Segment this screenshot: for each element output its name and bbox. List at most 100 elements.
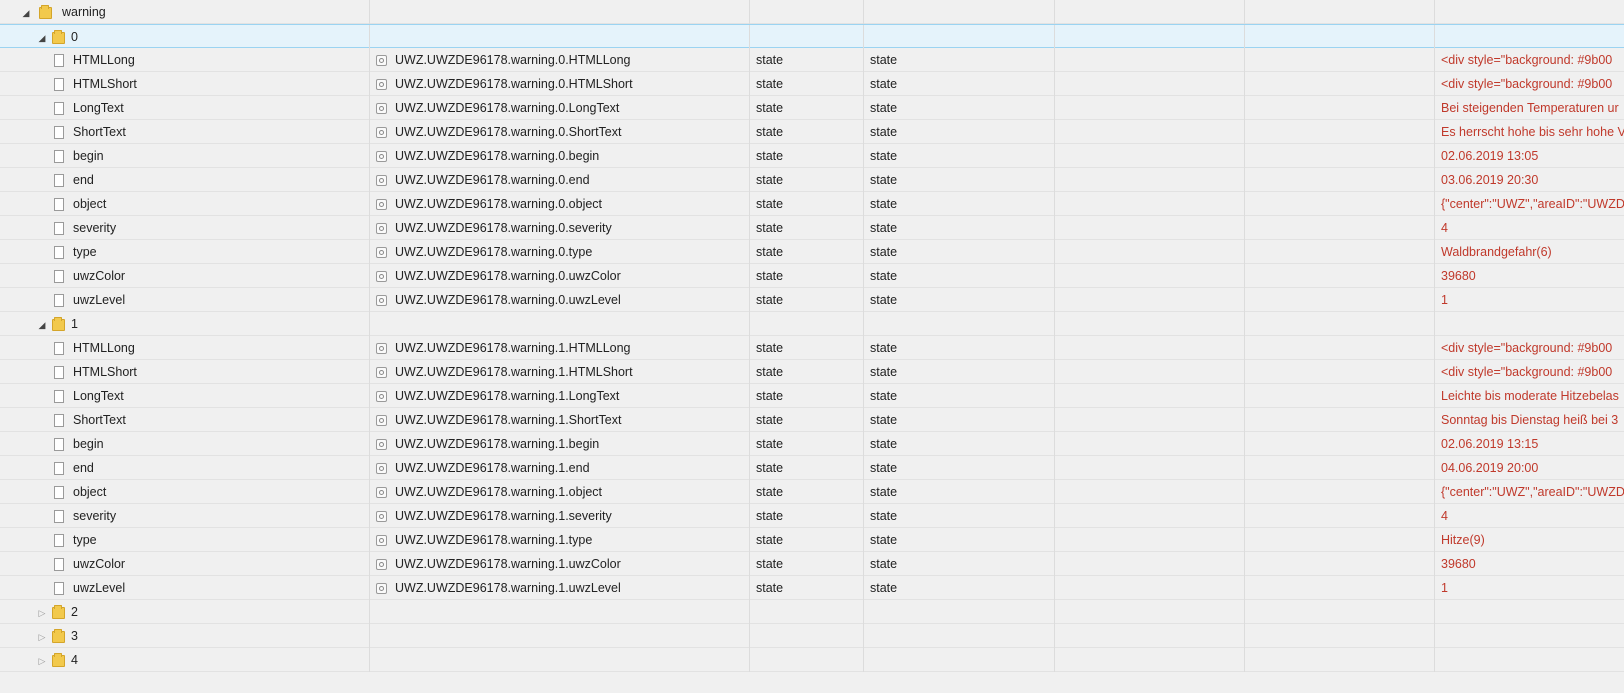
- state-value: Bei steigenden Temperaturen ur: [1441, 101, 1619, 115]
- empty-cell: [1055, 96, 1245, 120]
- value-cell[interactable]: 04.06.2019 20:00: [1435, 456, 1624, 480]
- value-cell[interactable]: <div style="background: #9b00: [1435, 48, 1624, 72]
- value-cell[interactable]: 39680: [1435, 552, 1624, 576]
- triangle-down-icon[interactable]: ◢: [20, 1, 32, 24]
- tree-row-state[interactable]: object UWZ.UWZDE96178.warning.1.object sta…: [0, 480, 1624, 504]
- empty-cell: [1055, 336, 1245, 360]
- file-icon: [54, 462, 64, 476]
- tree-row-state[interactable]: end UWZ.UWZDE96178.warning.1.end state stat…: [0, 456, 1624, 480]
- value-cell[interactable]: 02.06.2019 13:15: [1435, 432, 1624, 456]
- value-cell[interactable]: 03.06.2019 20:30: [1435, 168, 1624, 192]
- value-cell[interactable]: Hitze(9): [1435, 528, 1624, 552]
- empty-cell: [1245, 216, 1435, 240]
- tree-row-state[interactable]: ShortText UWZ.UWZDE96178.warning.1.ShortT…: [0, 408, 1624, 432]
- state-type: state: [756, 341, 784, 355]
- triangle-down-icon[interactable]: ◢: [36, 26, 48, 49]
- tree-row-folder[interactable]: ▷ 3: [0, 624, 1624, 648]
- triangle-down-icon[interactable]: ◢: [36, 313, 48, 336]
- value-cell[interactable]: {"center":"UWZ","areaID":"UWZD: [1435, 192, 1624, 216]
- state-value: Es herrscht hohe bis sehr hohe V: [1441, 125, 1624, 139]
- tree-row-state[interactable]: end UWZ.UWZDE96178.warning.0.end state stat…: [0, 168, 1624, 192]
- tree-row-state[interactable]: LongText UWZ.UWZDE96178.warning.1.LongTex…: [0, 384, 1624, 408]
- state-type: state: [756, 437, 784, 451]
- value-cell[interactable]: {"center":"UWZ","areaID":"UWZD: [1435, 480, 1624, 504]
- value-cell[interactable]: Bei steigenden Temperaturen ur: [1435, 96, 1624, 120]
- tree-row-state[interactable]: HTMLShort UWZ.UWZDE96178.warning.1.HTMLSh…: [0, 360, 1624, 384]
- value-cell[interactable]: 39680: [1435, 264, 1624, 288]
- state-role: state: [870, 53, 898, 67]
- state-name: HTMLShort: [73, 77, 137, 91]
- state-name: ShortText: [73, 413, 126, 427]
- tree-row-warning[interactable]: ◢ warning: [0, 0, 1624, 24]
- tree-row-state[interactable]: type UWZ.UWZDE96178.warning.0.type state st…: [0, 240, 1624, 264]
- empty-cell: [1245, 528, 1435, 552]
- tree-row-state[interactable]: begin UWZ.UWZDE96178.warning.0.begin state…: [0, 144, 1624, 168]
- state-type: state: [756, 269, 784, 283]
- name-cell: uwzColor: [0, 552, 370, 576]
- empty-cell: [1055, 72, 1245, 96]
- value-cell[interactable]: <div style="background: #9b00: [1435, 360, 1624, 384]
- empty-cell: [1055, 480, 1245, 504]
- tree-row-state[interactable]: type UWZ.UWZDE96178.warning.1.type state st…: [0, 528, 1624, 552]
- empty-cell: [1245, 480, 1435, 504]
- value-cell[interactable]: <div style="background: #9b00: [1435, 336, 1624, 360]
- tree-row-state[interactable]: uwzColor UWZ.UWZDE96178.warning.1.uwzColo…: [0, 552, 1624, 576]
- tree-row-state[interactable]: uwzLevel UWZ.UWZDE96178.warning.1.uwzLeve…: [0, 576, 1624, 600]
- name-cell: begin: [0, 432, 370, 456]
- tree-row-state[interactable]: severity UWZ.UWZDE96178.warning.0.severit…: [0, 216, 1624, 240]
- empty-cell: [1245, 432, 1435, 456]
- value-cell[interactable]: 4: [1435, 216, 1624, 240]
- state-name: end: [73, 461, 94, 475]
- type-cell: state: [750, 360, 864, 384]
- state-id: UWZ.UWZDE96178.warning.1.ShortText: [395, 413, 622, 427]
- value-cell[interactable]: Sonntag bis Dienstag heiß bei 3: [1435, 408, 1624, 432]
- empty-cell: [1435, 25, 1624, 49]
- state-value: Leichte bis moderate Hitzebelas: [1441, 389, 1619, 403]
- state-type: state: [756, 365, 784, 379]
- id-cell: UWZ.UWZDE96178.warning.0.begin: [370, 144, 750, 168]
- tree-row-state[interactable]: HTMLLong UWZ.UWZDE96178.warning.0.HTMLLon…: [0, 48, 1624, 72]
- empty-cell: [1245, 648, 1435, 672]
- role-cell: state: [864, 504, 1055, 528]
- state-role: state: [870, 413, 898, 427]
- state-role: state: [870, 485, 898, 499]
- state-id: UWZ.UWZDE96178.warning.0.end: [395, 173, 590, 187]
- tree-row-state[interactable]: LongText UWZ.UWZDE96178.warning.0.LongTex…: [0, 96, 1624, 120]
- value-cell[interactable]: <div style="background: #9b00: [1435, 72, 1624, 96]
- state-name: ShortText: [73, 125, 126, 139]
- empty-cell: [1435, 600, 1624, 624]
- state-icon: [376, 79, 387, 91]
- value-cell[interactable]: Es herrscht hohe bis sehr hohe V: [1435, 120, 1624, 144]
- tree-row-state[interactable]: uwzLevel UWZ.UWZDE96178.warning.0.uwzLeve…: [0, 288, 1624, 312]
- role-cell: state: [864, 120, 1055, 144]
- tree-row-folder[interactable]: ◢ 0: [0, 24, 1624, 49]
- triangle-right-icon[interactable]: ▷: [36, 649, 48, 672]
- tree-row-state[interactable]: uwzColor UWZ.UWZDE96178.warning.0.uwzColo…: [0, 264, 1624, 288]
- state-id: UWZ.UWZDE96178.warning.1.uwzLevel: [395, 581, 621, 595]
- tree-row-state[interactable]: ShortText UWZ.UWZDE96178.warning.0.ShortT…: [0, 120, 1624, 144]
- name-cell: uwzLevel: [0, 576, 370, 600]
- state-id: UWZ.UWZDE96178.warning.1.LongText: [395, 389, 620, 403]
- value-cell[interactable]: Leichte bis moderate Hitzebelas: [1435, 384, 1624, 408]
- value-cell[interactable]: Waldbrandgefahr(6): [1435, 240, 1624, 264]
- state-value: Sonntag bis Dienstag heiß bei 3: [1441, 413, 1619, 427]
- value-cell[interactable]: 02.06.2019 13:05: [1435, 144, 1624, 168]
- empty-cell: [1245, 288, 1435, 312]
- value-cell[interactable]: 1: [1435, 576, 1624, 600]
- state-type: state: [756, 509, 784, 523]
- empty-cell: [1055, 648, 1245, 672]
- tree-row-folder[interactable]: ▷ 2: [0, 600, 1624, 624]
- tree-row-state[interactable]: object UWZ.UWZDE96178.warning.0.object sta…: [0, 192, 1624, 216]
- tree-row-state[interactable]: HTMLShort UWZ.UWZDE96178.warning.0.HTMLSh…: [0, 72, 1624, 96]
- empty-cell: [1245, 72, 1435, 96]
- value-cell[interactable]: 4: [1435, 504, 1624, 528]
- tree-row-folder[interactable]: ▷ 4: [0, 648, 1624, 672]
- tree-row-state[interactable]: severity UWZ.UWZDE96178.warning.1.severit…: [0, 504, 1624, 528]
- role-cell: state: [864, 72, 1055, 96]
- tree-row-state[interactable]: HTMLLong UWZ.UWZDE96178.warning.1.HTMLLon…: [0, 336, 1624, 360]
- triangle-right-icon[interactable]: ▷: [36, 601, 48, 624]
- value-cell[interactable]: 1: [1435, 288, 1624, 312]
- triangle-right-icon[interactable]: ▷: [36, 625, 48, 648]
- tree-row-state[interactable]: begin UWZ.UWZDE96178.warning.1.begin state…: [0, 432, 1624, 456]
- tree-row-folder[interactable]: ◢ 1: [0, 312, 1624, 336]
